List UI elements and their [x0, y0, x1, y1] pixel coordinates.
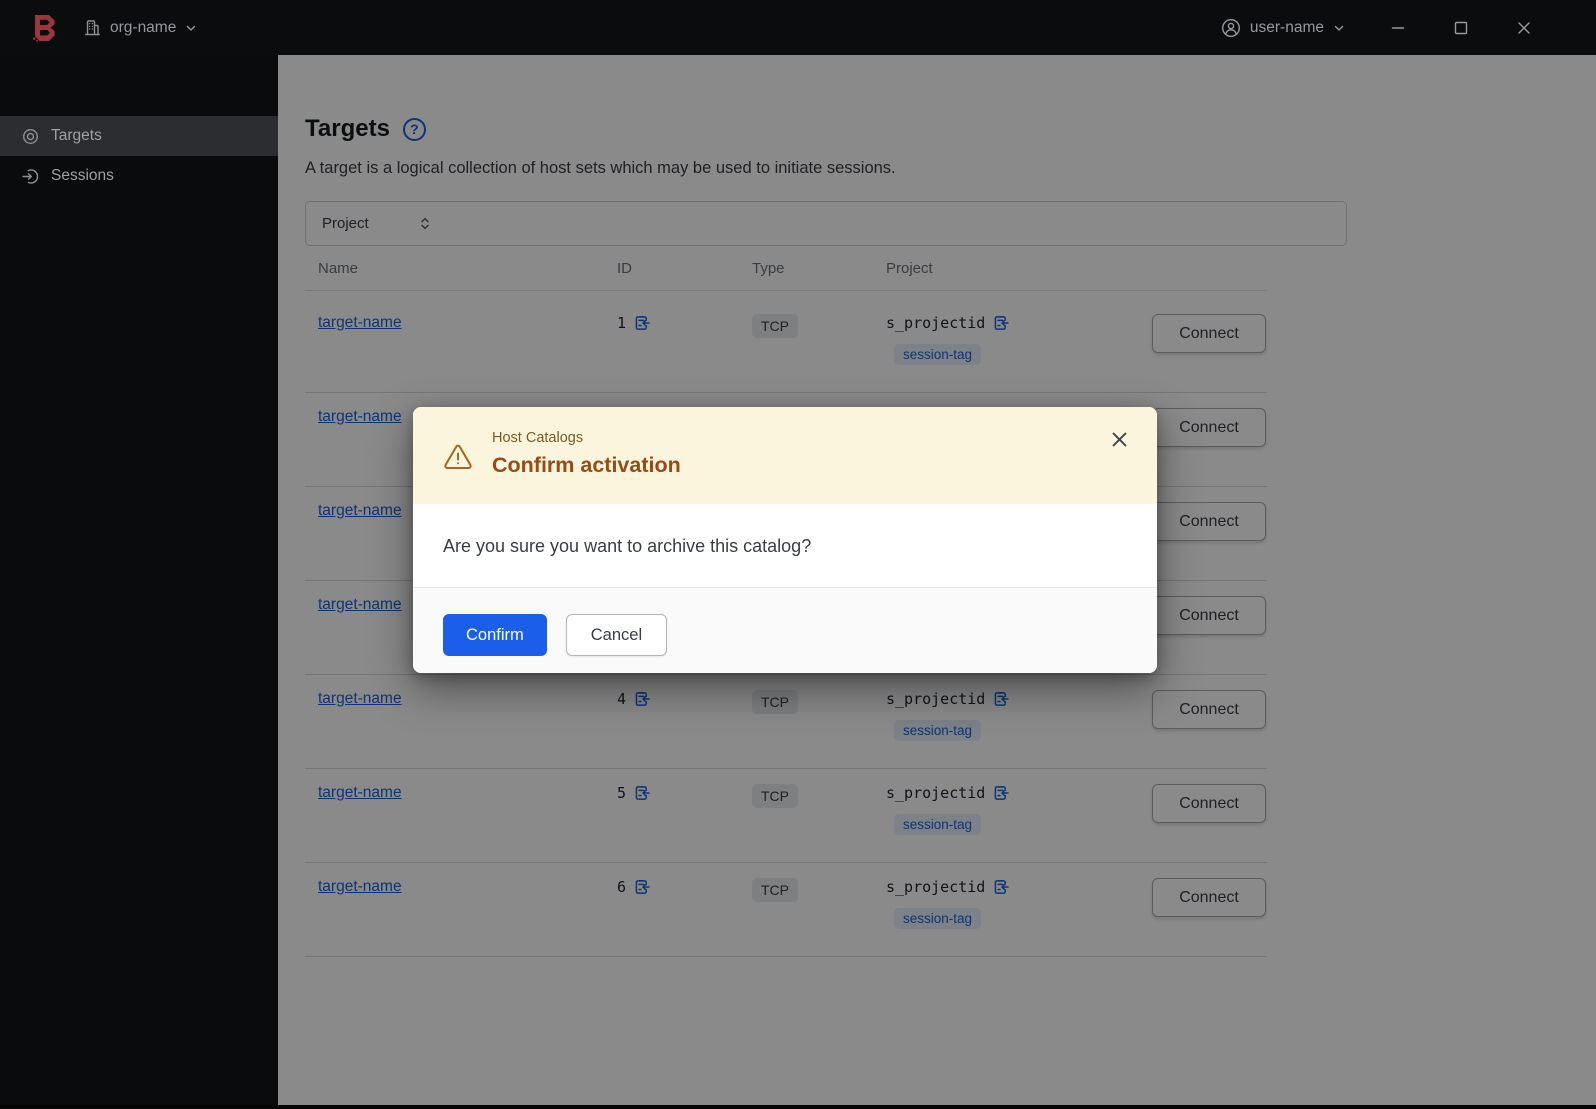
warning-icon: [444, 444, 472, 469]
chevron-down-icon: [1334, 25, 1344, 31]
building-icon: [85, 20, 100, 36]
minimize-button[interactable]: [1389, 19, 1406, 36]
dialog-footer: Confirm Cancel: [413, 587, 1157, 673]
confirm-button[interactable]: Confirm: [443, 614, 547, 656]
sidebar-item-sessions[interactable]: Sessions: [0, 156, 278, 196]
user-circle-icon: [1221, 18, 1240, 37]
user-menu[interactable]: user-name: [1221, 18, 1345, 38]
dialog-close-button[interactable]: [1109, 429, 1129, 449]
dialog-header-text: Host Catalogs Confirm activation: [492, 429, 681, 479]
sidebar-item-label: Targets: [51, 127, 102, 144]
org-menu[interactable]: org-name: [84, 19, 197, 37]
minimize-icon: [1391, 26, 1404, 29]
cancel-button[interactable]: Cancel: [565, 614, 668, 656]
org-name-label: org-name: [110, 18, 177, 36]
sidebar-item-targets[interactable]: Targets: [0, 116, 278, 156]
dialog-title: Confirm activation: [492, 453, 681, 477]
close-icon: [1517, 21, 1530, 34]
target-icon: [22, 128, 39, 144]
confirm-dialog: Host Catalogs Confirm activation Are you…: [413, 407, 1157, 673]
close-window-button[interactable]: [1515, 19, 1532, 36]
boundary-logo-icon: [33, 14, 55, 42]
dialog-header: Host Catalogs Confirm activation: [413, 407, 1157, 504]
chevron-down-icon: [187, 25, 196, 31]
entry-icon: [22, 168, 39, 184]
dialog-message: Are you sure you want to archive this ca…: [443, 536, 812, 556]
sidebar: Targets Sessions: [0, 55, 278, 1105]
window-controls: [1389, 19, 1532, 36]
close-icon: [1112, 432, 1126, 446]
window-bottom-edge: [0, 1105, 1596, 1109]
maximize-icon: [1454, 21, 1467, 34]
sidebar-item-label: Sessions: [51, 167, 114, 184]
dialog-tagline: Host Catalogs: [492, 430, 584, 446]
window-titlebar: org-name user-name: [0, 0, 1596, 55]
user-name-label: user-name: [1249, 18, 1324, 36]
maximize-button[interactable]: [1452, 19, 1469, 36]
